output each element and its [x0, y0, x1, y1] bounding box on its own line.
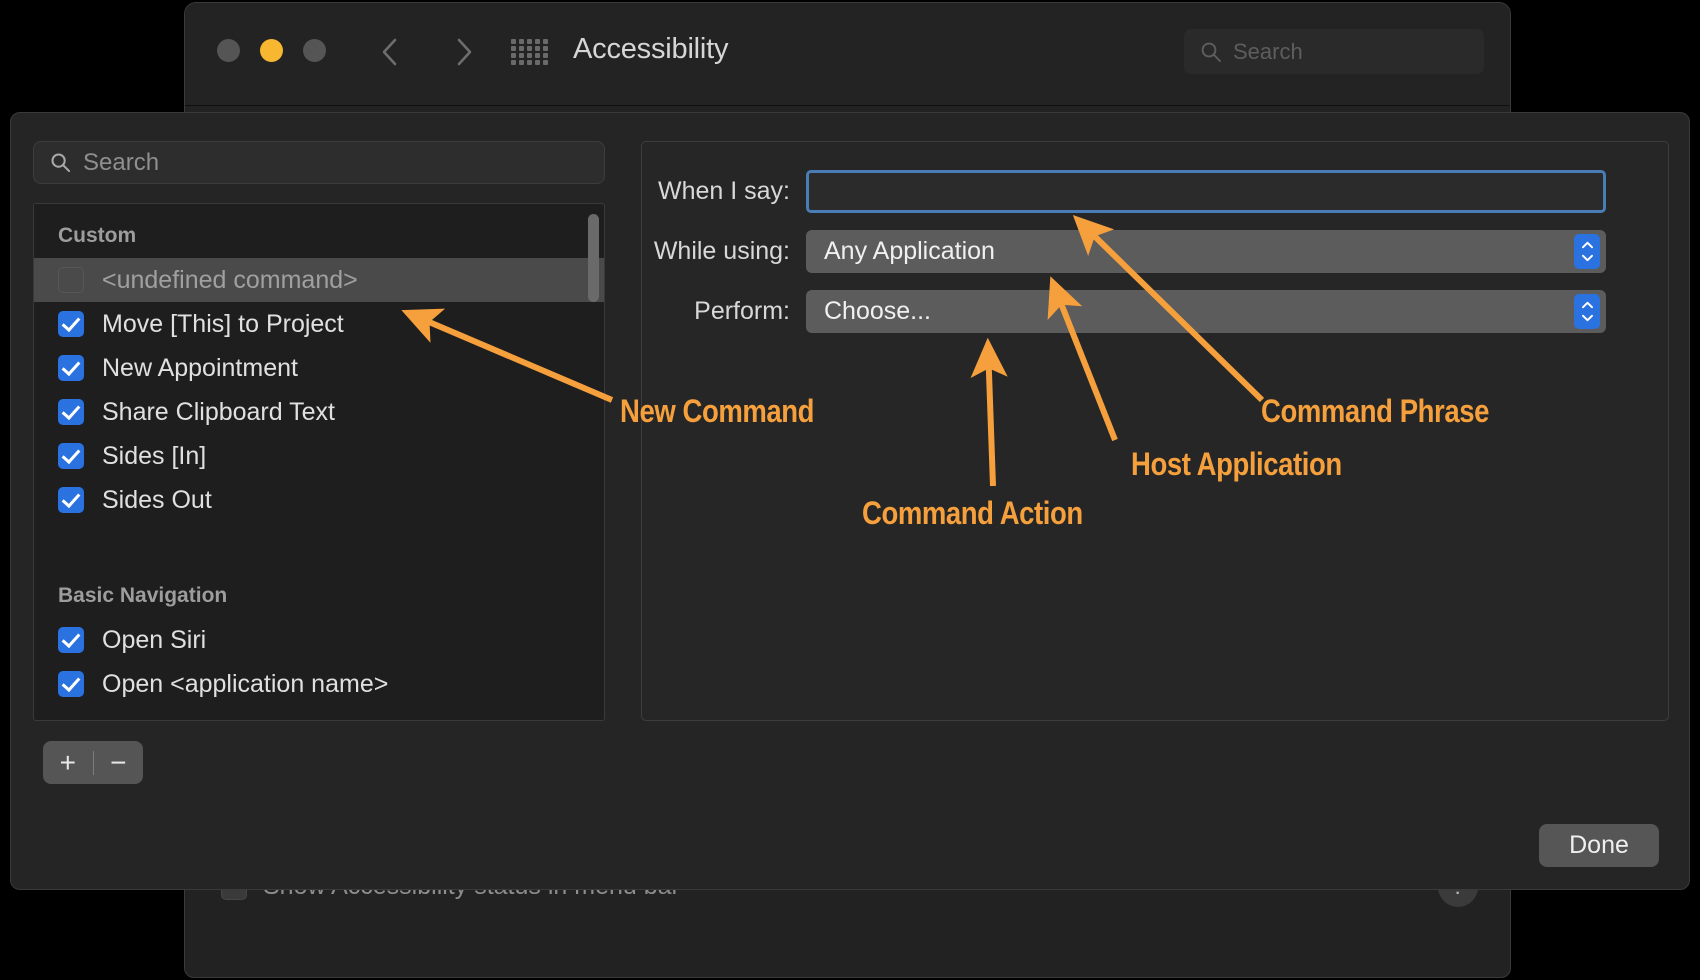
command-checkbox[interactable]	[58, 671, 84, 697]
annotation-label-new-command: New Command	[620, 393, 815, 429]
traffic-lights	[217, 39, 326, 62]
remove-command-button[interactable]: −	[94, 748, 144, 777]
back-chevron-icon[interactable]	[373, 30, 407, 74]
list-item[interactable]: Sides Out	[34, 478, 604, 522]
annotation-label-command-action: Command Action	[862, 495, 1083, 531]
list-item[interactable]: <undefined command>	[34, 258, 604, 302]
perform-label: Perform:	[694, 297, 790, 325]
list-item[interactable]: Open <application name>	[34, 662, 604, 706]
search-icon	[51, 153, 71, 173]
window-titlebar: Accessibility Search	[185, 3, 1510, 106]
list-item-label: New Appointment	[102, 353, 298, 382]
list-item[interactable]: Share Clipboard Text	[34, 390, 604, 434]
while-using-label: While using:	[653, 237, 790, 265]
screenshot-root: Accessibility Search Show Accessibility …	[0, 0, 1700, 980]
page-title: Accessibility	[573, 33, 729, 65]
commands-left-pane: Search Custom <undefined command> Move […	[33, 141, 605, 721]
perform-row: Perform: Choose...	[642, 290, 1606, 333]
list-item-label: Sides [In]	[102, 441, 207, 470]
command-search-field[interactable]: Search	[33, 141, 605, 184]
commands-list-scrollbar[interactable]	[588, 214, 599, 302]
while-using-value: Any Application	[824, 237, 995, 265]
group-header-custom: Custom	[58, 224, 137, 247]
command-checkbox[interactable]	[58, 267, 84, 293]
done-button[interactable]: Done	[1539, 824, 1659, 867]
voice-control-commands-sheet: Search Custom <undefined command> Move […	[10, 112, 1690, 890]
command-checkbox[interactable]	[58, 399, 84, 425]
group-header-basic-navigation: Basic Navigation	[58, 584, 228, 607]
list-item-label: Open <application name>	[102, 669, 389, 698]
while-using-popup-button[interactable]: Any Application	[806, 230, 1606, 273]
chevron-up-down-icon[interactable]	[1574, 234, 1600, 269]
window-search-placeholder: Search	[1233, 38, 1303, 64]
command-search-placeholder: Search	[83, 148, 160, 176]
list-item[interactable]: New Appointment	[34, 346, 604, 390]
show-all-grid-icon[interactable]	[511, 39, 549, 65]
list-item[interactable]: Move [This] to Project	[34, 302, 604, 346]
command-checkbox[interactable]	[58, 443, 84, 469]
when-i-say-row: When I say:	[642, 170, 1606, 213]
add-remove-segmented-control: + −	[43, 741, 143, 784]
list-item[interactable]: Open Siri	[34, 618, 604, 662]
add-command-button[interactable]: +	[43, 748, 93, 777]
chevron-up-down-icon[interactable]	[1574, 294, 1600, 329]
when-i-say-label: When I say:	[658, 177, 790, 205]
annotation-label-host-application: Host Application	[1131, 446, 1342, 482]
command-checkbox[interactable]	[58, 311, 84, 337]
list-item-label: Move [This] to Project	[102, 309, 344, 338]
list-item-label: <undefined command>	[102, 265, 358, 294]
window-search-field[interactable]: Search	[1184, 29, 1484, 74]
list-item-label: Share Clipboard Text	[102, 397, 336, 426]
list-item[interactable]: Sides [In]	[34, 434, 604, 478]
list-item-label: Sides Out	[102, 485, 212, 514]
command-detail-pane: When I say: While using: Any Application…	[641, 141, 1669, 721]
when-i-say-input[interactable]	[806, 170, 1606, 213]
list-item-label: Open Siri	[102, 625, 207, 654]
command-checkbox[interactable]	[58, 487, 84, 513]
zoom-button[interactable]	[303, 39, 326, 62]
minimize-button[interactable]	[260, 39, 283, 62]
forward-chevron-icon[interactable]	[447, 30, 481, 74]
perform-popup-button[interactable]: Choose...	[806, 290, 1606, 333]
close-button[interactable]	[217, 39, 240, 62]
commands-list[interactable]: Custom <undefined command> Move [This] t…	[33, 203, 605, 721]
command-checkbox[interactable]	[58, 627, 84, 653]
while-using-row: While using: Any Application	[642, 230, 1606, 273]
search-icon	[1201, 42, 1221, 62]
annotation-label-command-phrase: Command Phrase	[1261, 393, 1489, 429]
command-checkbox[interactable]	[58, 355, 84, 381]
perform-value: Choose...	[824, 297, 932, 325]
